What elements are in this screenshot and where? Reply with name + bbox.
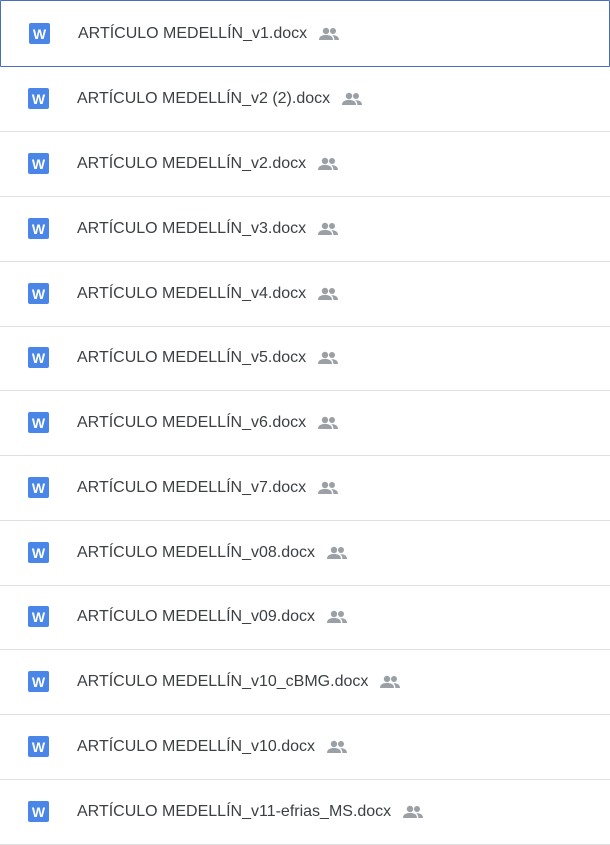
people-shared-icon — [326, 740, 348, 754]
word-doc-letter: W — [31, 544, 46, 561]
file-name[interactable]: ARTÍCULO MEDELLÍN_v3.docx — [77, 220, 306, 238]
word-doc-icon: W — [28, 801, 49, 823]
word-doc-icon: W — [28, 88, 49, 110]
word-doc-icon: W — [28, 606, 49, 628]
people-shared-icon — [317, 287, 339, 301]
word-doc-letter: W — [31, 608, 46, 625]
word-doc-letter: W — [31, 738, 46, 755]
word-doc-icon: W — [28, 218, 49, 240]
file-name-container: ARTÍCULO MEDELLÍN_v10_cBMG.docx — [77, 673, 401, 691]
file-row[interactable]: W ARTÍCULO MEDELLÍN_v5.docx — [0, 326, 610, 391]
file-row[interactable]: W ARTÍCULO MEDELLÍN_v09.docx — [0, 585, 610, 650]
file-name-container: ARTÍCULO MEDELLÍN_v08.docx — [77, 544, 348, 562]
file-name[interactable]: ARTÍCULO MEDELLÍN_v09.docx — [77, 608, 315, 626]
file-name[interactable]: ARTÍCULO MEDELLÍN_v10.docx — [77, 738, 315, 756]
people-shared-icon — [317, 416, 339, 430]
word-doc-letter: W — [31, 220, 46, 237]
file-name[interactable]: ARTÍCULO MEDELLÍN_v1.docx — [78, 25, 307, 43]
file-row[interactable]: W ARTÍCULO MEDELLÍN_v10_cBMG.docx — [0, 650, 610, 715]
file-name-container: ARTÍCULO MEDELLÍN_v4.docx — [77, 285, 339, 303]
word-doc-icon: W — [28, 153, 49, 175]
word-doc-letter: W — [31, 803, 46, 820]
file-name-container: ARTÍCULO MEDELLÍN_v5.docx — [77, 349, 339, 367]
word-doc-icon: W — [28, 542, 49, 564]
file-name[interactable]: ARTÍCULO MEDELLÍN_v5.docx — [77, 349, 306, 367]
word-doc-icon: W — [29, 23, 50, 44]
file-name[interactable]: ARTÍCULO MEDELLÍN_v08.docx — [77, 544, 315, 562]
file-row[interactable]: W ARTÍCULO MEDELLÍN_v11-efrias_MS.docx — [0, 780, 610, 845]
people-shared-icon — [317, 157, 339, 171]
file-name-container: ARTÍCULO MEDELLÍN_v10.docx — [77, 738, 348, 756]
file-list: W ARTÍCULO MEDELLÍN_v1.docx W ARTÍCULO MEDE… — [0, 0, 610, 845]
people-shared-icon — [318, 27, 340, 41]
people-shared-icon — [317, 222, 339, 236]
file-row[interactable]: W ARTÍCULO MEDELLÍN_v08.docx — [0, 521, 610, 586]
word-doc-letter: W — [31, 285, 46, 302]
word-doc-icon: W — [28, 671, 49, 693]
file-name-container: ARTÍCULO MEDELLÍN_v11-efrias_MS.docx — [77, 803, 424, 821]
file-name[interactable]: ARTÍCULO MEDELLÍN_v10_cBMG.docx — [77, 673, 368, 691]
word-doc-letter: W — [31, 349, 46, 366]
people-shared-icon — [402, 805, 424, 819]
file-name[interactable]: ARTÍCULO MEDELLÍN_v4.docx — [77, 285, 306, 303]
people-shared-icon — [317, 481, 339, 495]
file-name-container: ARTÍCULO MEDELLÍN_v3.docx — [77, 220, 339, 238]
file-name-container: ARTÍCULO MEDELLÍN_v2 (2).docx — [77, 90, 363, 108]
file-row[interactable]: W ARTÍCULO MEDELLÍN_v10.docx — [0, 715, 610, 780]
people-shared-icon — [326, 610, 348, 624]
file-name[interactable]: ARTÍCULO MEDELLÍN_v7.docx — [77, 479, 306, 497]
file-row[interactable]: W ARTÍCULO MEDELLÍN_v4.docx — [0, 262, 610, 327]
file-row[interactable]: W ARTÍCULO MEDELLÍN_v2 (2).docx — [0, 67, 610, 132]
file-name-container: ARTÍCULO MEDELLÍN_v2.docx — [77, 155, 339, 173]
file-row[interactable]: W ARTÍCULO MEDELLÍN_v2.docx — [0, 132, 610, 197]
file-name-container: ARTÍCULO MEDELLÍN_v1.docx — [78, 25, 340, 43]
file-row[interactable]: W ARTÍCULO MEDELLÍN_v6.docx — [0, 391, 610, 456]
word-doc-letter: W — [31, 673, 46, 690]
word-doc-icon: W — [28, 477, 49, 499]
people-shared-icon — [326, 546, 348, 560]
file-name-container: ARTÍCULO MEDELLÍN_v09.docx — [77, 608, 348, 626]
people-shared-icon — [317, 351, 339, 365]
file-name[interactable]: ARTÍCULO MEDELLÍN_v11-efrias_MS.docx — [77, 803, 391, 821]
word-doc-letter: W — [31, 155, 46, 172]
file-name[interactable]: ARTÍCULO MEDELLÍN_v2.docx — [77, 155, 306, 173]
people-shared-icon — [341, 92, 363, 106]
file-row[interactable]: W ARTÍCULO MEDELLÍN_v7.docx — [0, 456, 610, 521]
file-row[interactable]: W ARTÍCULO MEDELLÍN_v3.docx — [0, 197, 610, 262]
word-doc-icon: W — [28, 736, 49, 758]
file-name[interactable]: ARTÍCULO MEDELLÍN_v2 (2).docx — [77, 90, 330, 108]
word-doc-letter: W — [31, 479, 46, 496]
word-doc-letter: W — [32, 25, 47, 42]
word-doc-letter: W — [31, 414, 46, 431]
file-name-container: ARTÍCULO MEDELLÍN_v6.docx — [77, 414, 339, 432]
word-doc-icon: W — [28, 412, 49, 434]
file-name-container: ARTÍCULO MEDELLÍN_v7.docx — [77, 479, 339, 497]
word-doc-icon: W — [28, 347, 49, 369]
word-doc-letter: W — [31, 90, 46, 107]
file-name[interactable]: ARTÍCULO MEDELLÍN_v6.docx — [77, 414, 306, 432]
file-row[interactable]: W ARTÍCULO MEDELLÍN_v1.docx — [0, 0, 610, 67]
word-doc-icon: W — [28, 283, 49, 305]
people-shared-icon — [379, 675, 401, 689]
